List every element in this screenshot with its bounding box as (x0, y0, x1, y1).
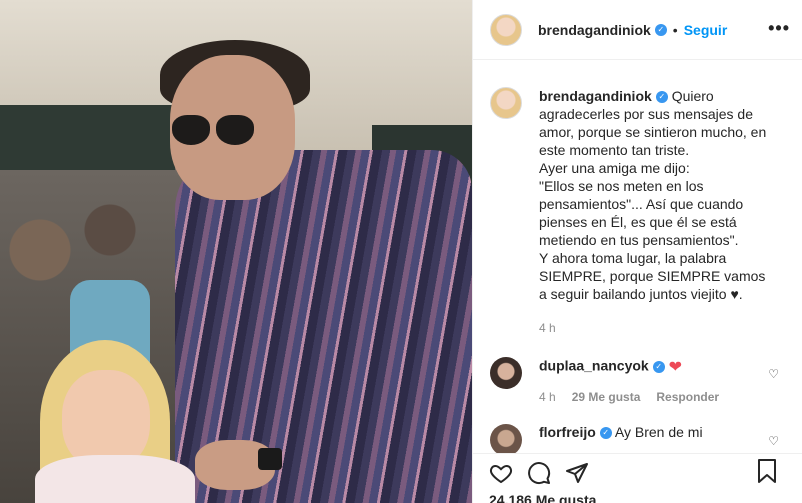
avatar[interactable] (490, 424, 522, 453)
caption-line-1: Ayer una amiga me dijo: (539, 160, 690, 176)
comment-time[interactable]: 4 h (539, 390, 556, 404)
verified-icon: ✓ (655, 91, 668, 104)
caption-line-0: brendagandiniok ✓ Quiero agradecerles por… (539, 87, 774, 159)
post-photo[interactable] (0, 0, 472, 503)
comment-username[interactable]: duplaa_nancyok (539, 358, 649, 374)
list-item: duplaa_nancyok ✓ ❤ 4 h 29 Me gusta Respon… (490, 357, 787, 404)
separator-dot: • (672, 21, 678, 38)
caption-line-3: Y ahora toma lugar, la palabra SIEMPRE, … (539, 250, 766, 302)
caption-time[interactable]: 4 h (539, 319, 774, 337)
photo-sunglasses (172, 115, 257, 149)
caption: brendagandiniok ✓ Quiero agradecerles por… (490, 87, 787, 337)
header-username[interactable]: brendagandiniok (538, 22, 651, 38)
post-header: brendagandiniok ✓ • Seguir ••• (473, 0, 802, 60)
comment-meta: 4 h 29 Me gusta Responder (539, 390, 754, 404)
like-comment-icon[interactable]: ♡ (768, 434, 779, 448)
likes-count[interactable]: 24.186 Me gusta (489, 492, 787, 503)
caption-username[interactable]: brendagandiniok (539, 88, 652, 104)
heart-icon[interactable] (489, 461, 513, 485)
comment-body: duplaa_nancyok ✓ ❤ 4 h 29 Me gusta Respon… (539, 357, 754, 404)
avatar[interactable] (490, 357, 522, 389)
follow-button[interactable]: Seguir (684, 22, 728, 38)
comment-text: Ay Bren de mi (614, 424, 703, 440)
comment-username[interactable]: florfreijo (539, 424, 596, 440)
comment-likes[interactable]: 29 Me gusta (572, 390, 641, 404)
reply-button[interactable]: Responder (656, 390, 719, 404)
photo-girl-dress (35, 455, 195, 503)
action-icons (489, 458, 787, 488)
caption-avatar[interactable] (490, 87, 522, 119)
comment-body: florfreijo ✓ Ay Bren de mi (539, 424, 754, 453)
caption-line-2: "Ellos se nos meten en los pensamientos"… (539, 178, 744, 248)
photo-watch (258, 448, 282, 470)
red-heart-emoji: ❤ (668, 359, 682, 376)
verified-icon: ✓ (599, 427, 612, 440)
like-comment-icon[interactable]: ♡ (768, 367, 779, 381)
caption-body: brendagandiniok ✓ Quiero agradecerles por… (539, 87, 774, 337)
post-actions: 24.186 Me gusta (473, 453, 802, 503)
share-icon[interactable] (565, 461, 589, 485)
bookmark-icon[interactable] (755, 458, 779, 484)
post-side-panel: brendagandiniok ✓ • Seguir ••• brendagan… (472, 0, 802, 503)
avatar[interactable] (490, 13, 522, 46)
comment-icon[interactable] (527, 461, 551, 485)
more-icon[interactable]: ••• (768, 18, 790, 39)
comments-list[interactable]: brendagandiniok ✓ Quiero agradecerles por… (473, 61, 802, 453)
verified-icon: ✓ (654, 23, 667, 36)
verified-icon: ✓ (652, 361, 665, 373)
list-item: florfreijo ✓ Ay Bren de mi ♡ (490, 424, 787, 453)
